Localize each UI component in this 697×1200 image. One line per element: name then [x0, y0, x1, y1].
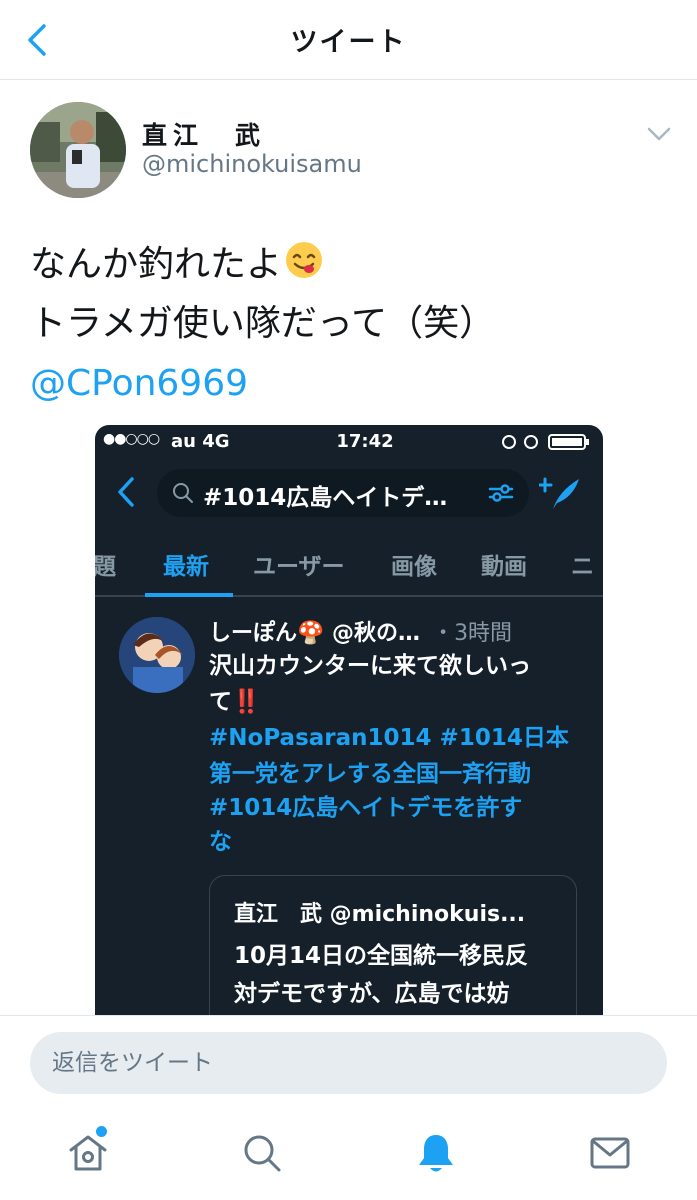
embedded-hashtags: #NoPasaran1014 #1014日本 — [209, 725, 569, 751]
sliders-icon — [488, 484, 514, 502]
search-icon[interactable] — [240, 1131, 284, 1175]
top-bar: ツイート — [0, 0, 697, 80]
embedded-tweet-text: 沢山カウンターに来て欲しいっ — [209, 653, 531, 679]
author-handle[interactable]: @michinokuisamu — [142, 150, 362, 178]
mention-link[interactable]: @CPon6969 — [30, 360, 248, 408]
battery-icon — [502, 434, 589, 450]
author-name[interactable]: 直江 武 — [142, 116, 266, 152]
reply-bar — [0, 1015, 697, 1115]
tweet-text-line: なんか釣れたよ — [30, 240, 324, 289]
embedded-image[interactable]: ●●○○○ au 4G 17:42 #1014広島ヘイトデ… 題 最新 ユーザー… — [95, 425, 603, 1015]
tweet-text: なんか釣れたよ — [30, 244, 283, 285]
notifications-icon[interactable] — [414, 1131, 458, 1175]
embedded-tab: 画像 — [391, 554, 437, 580]
embedded-hashtags: 第一党をアレする全国一斉行動 — [209, 761, 531, 787]
author-avatar[interactable] — [30, 102, 126, 198]
embedded-tabs: 題 最新 ユーザー 画像 動画 ニ — [95, 533, 603, 597]
home-icon[interactable] — [66, 1131, 110, 1175]
embedded-status-bar: ●●○○○ au 4G 17:42 — [95, 425, 603, 457]
embedded-tab: ユーザー — [253, 554, 345, 580]
embedded-hashtags: な — [209, 829, 232, 855]
carrier-label: au 4G — [171, 431, 230, 452]
home-new-indicator — [96, 1126, 107, 1137]
tweet-text: トラメガ使い隊だって（笑） — [30, 303, 496, 344]
status-time: 17:42 — [336, 431, 394, 452]
reply-input[interactable] — [30, 1032, 667, 1094]
embedded-avatar — [119, 617, 195, 693]
compose-icon — [539, 477, 579, 509]
embedded-hashtags: #1014広島ヘイトデモを許す — [209, 795, 523, 821]
page-title: ツイート — [290, 27, 407, 58]
embedded-search-icon — [173, 483, 193, 503]
chevron-down-icon[interactable] — [646, 125, 672, 143]
signal-dots: ●●○○○ — [103, 431, 160, 447]
quote-text: 対デモですが、広島では妨 — [234, 981, 510, 1007]
embedded-quote-tweet: 直江 武 @michinokuis... 10月14日の全国統一移民反 対デモで… — [209, 875, 577, 1015]
quote-text: 10月14日の全国統一移民反 — [234, 943, 529, 969]
embedded-search-field: #1014広島ヘイトデ… — [157, 469, 529, 517]
messages-icon[interactable] — [588, 1131, 632, 1175]
embedded-tweet-header: しーぽん🍄 @秋の… ・3時間 — [209, 615, 512, 647]
embedded-tweet-author: しーぽん🍄 @秋の… — [209, 621, 421, 646]
active-tab-underline — [145, 593, 233, 597]
embedded-tab-active: 最新 — [163, 554, 209, 580]
embedded-back-icon — [118, 477, 134, 507]
yum-face-emoji-icon — [286, 242, 323, 278]
embedded-tab: 動画 — [481, 554, 527, 580]
embedded-nav: #1014広島ヘイトデ… — [95, 461, 603, 525]
embedded-tweet-text: て‼️ — [209, 689, 261, 715]
embedded-tab: ニ — [571, 554, 594, 580]
quote-header: 直江 武 @michinokuis... — [234, 902, 526, 927]
embedded-search-text: #1014広島ヘイトデ… — [203, 485, 448, 511]
embedded-tweet-time: ・3時間 — [432, 621, 513, 646]
embedded-tab: 題 — [95, 554, 116, 580]
